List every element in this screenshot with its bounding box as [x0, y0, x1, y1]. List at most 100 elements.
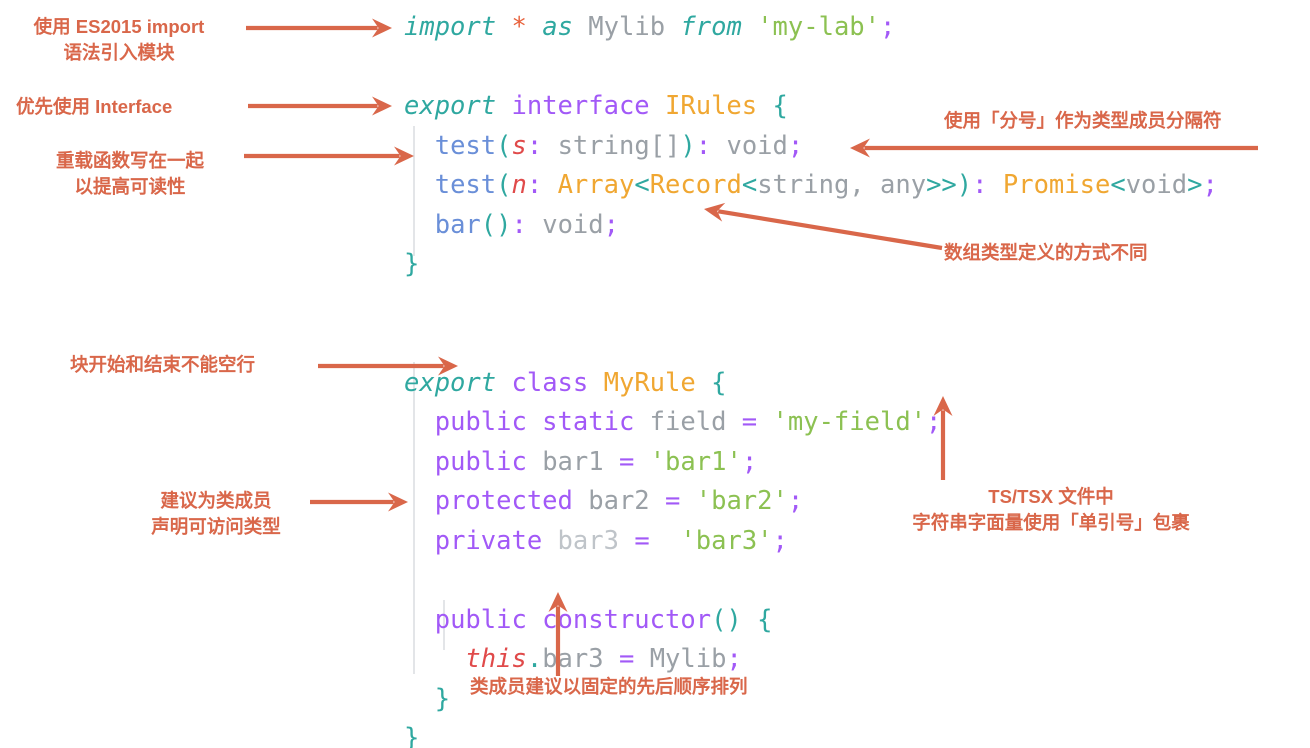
- code-token: }: [404, 249, 420, 279]
- code-token: IRules: [665, 91, 758, 121]
- code-token: >: [1187, 170, 1203, 200]
- code-token: test: [434, 130, 497, 161]
- annotation-label-no-blank-line-in-block: 块开始和结束不能空行: [70, 354, 256, 375]
- code-token: =: [665, 486, 681, 516]
- code-token: void: [526, 209, 604, 240]
- annotation-label-es2015-import: 使用 ES2015 import 语法引入模块: [33, 16, 205, 63]
- code-token: ;: [603, 209, 619, 240]
- code-token: string, any: [757, 170, 927, 200]
- code-token: s: [511, 130, 527, 161]
- code-token: {: [711, 367, 727, 398]
- arrow-to-overloads: [244, 146, 414, 166]
- code-token: =: [741, 407, 758, 437]
- code-token: private: [434, 525, 543, 556]
- code-token: 'my-lab': [757, 12, 881, 42]
- code-token: }: [434, 683, 451, 714]
- code-token: ;: [1202, 170, 1218, 200]
- annotation-label-single-quotes: TS/TSX 文件中 字符串字面量使用「单引号」包裹: [912, 486, 1190, 533]
- code-line: public constructor() {: [404, 601, 1218, 641]
- code-token: *: [511, 12, 527, 42]
- code-token: Mylib: [588, 12, 666, 42]
- code-token: {: [772, 91, 788, 121]
- code-token: bar3: [557, 525, 619, 556]
- code-token: :: [972, 170, 988, 200]
- code-token: Record: [649, 170, 742, 200]
- code-token: ;: [772, 525, 788, 556]
- code-token: Mylib: [649, 644, 727, 674]
- code-line: test(n: Array<Record<string, any>>): Pro…: [404, 166, 1218, 206]
- code-token: export: [404, 367, 497, 398]
- code-token: bar2: [588, 486, 650, 516]
- code-token: public constructor: [434, 604, 712, 635]
- code-token: bar: [434, 209, 481, 240]
- code-token: :: [511, 209, 527, 240]
- code-token: test: [434, 170, 497, 200]
- annotation-label-array-type-differs: 数组类型定义的方式不同: [944, 242, 1148, 263]
- code-token: =: [618, 446, 635, 477]
- code-token: bar3: [542, 644, 604, 674]
- code-token: ;: [726, 644, 742, 674]
- code-token: {: [757, 604, 773, 635]
- code-token: ;: [787, 130, 804, 161]
- code-token: from: [680, 12, 742, 42]
- code-token: ;: [880, 12, 896, 42]
- code-line: public bar1 = 'bar1';: [404, 443, 1218, 483]
- code-token: string: [542, 130, 650, 161]
- code-token: []: [649, 130, 681, 161]
- code-token: field: [649, 407, 727, 437]
- code-token: .: [526, 644, 543, 674]
- code-token: this: [465, 644, 527, 674]
- code-token: MyRule: [603, 367, 696, 398]
- code-token: (: [496, 170, 512, 200]
- code-token: void: [711, 130, 788, 161]
- arrow-head: [372, 18, 392, 38]
- code-token: ;: [926, 407, 942, 437]
- annotation-label-semicolon-separator: 使用「分号」作为类型成员分隔符: [944, 110, 1222, 131]
- code-token: :: [695, 130, 712, 161]
- code-token: =: [618, 644, 635, 674]
- arrow-head: [372, 96, 392, 116]
- code-token: <: [634, 170, 650, 200]
- code-token: =: [634, 525, 650, 556]
- arrow-to-export-interface: [248, 96, 392, 116]
- annotated-code-diagram: import * as Mylib from 'my-lab'; export …: [0, 0, 1310, 748]
- code-token: interface: [511, 91, 650, 121]
- annotation-label-overload-together: 重载函数写在一起 以提高可读性: [55, 150, 204, 197]
- annotation-label-declare-access-modifier: 建议为类成员 声明可访问类型: [151, 490, 281, 537]
- code-token: bar1: [542, 446, 604, 477]
- code-token: >>: [926, 170, 957, 200]
- code-line: export class MyRule {: [404, 364, 1218, 404]
- annotation-label-prefer-interface: 优先使用 Interface: [16, 96, 173, 117]
- code-token: void: [1125, 170, 1188, 200]
- code-token: <: [741, 170, 758, 200]
